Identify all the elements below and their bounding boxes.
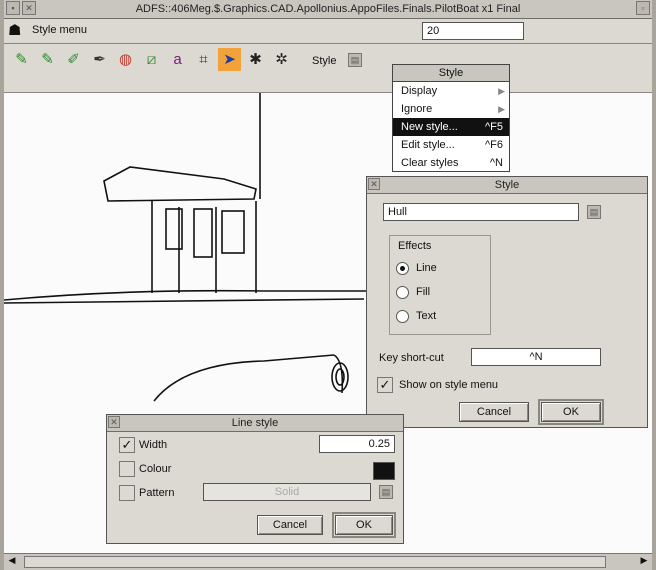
close-icon[interactable]: ✕: [108, 416, 120, 428]
width-checkbox[interactable]: ✓: [119, 437, 135, 453]
menu-item-label: Edit style...: [401, 139, 455, 151]
effect-label: Fill: [416, 286, 431, 298]
menu-item-shortcut: ^F6: [485, 139, 503, 151]
style-cancel-button[interactable]: Cancel: [459, 402, 529, 422]
style-ok-button[interactable]: OK: [538, 399, 604, 425]
line-style-title-bar[interactable]: ✕ Line style: [107, 415, 403, 432]
effects-label: Effects: [398, 240, 432, 252]
close-icon[interactable]: ✕: [22, 1, 36, 15]
toolbar: ✎ ✎ ✐ ✒ ◍ ⧄ a ⌗ ➤ ✱ ✲ Style ▤: [4, 44, 652, 93]
menu-item[interactable]: Edit style... ^F6: [393, 136, 509, 154]
menu-item-label: New style...: [401, 121, 458, 133]
mode-label: Style menu: [32, 24, 88, 36]
effect-label: Line: [416, 262, 437, 274]
bug-a-icon[interactable]: ✱: [244, 48, 267, 71]
effect-radio[interactable]: [396, 310, 409, 323]
back-icon[interactable]: ▪: [6, 1, 20, 15]
style-dropdown-icon[interactable]: ▤: [348, 53, 362, 67]
pattern-menu-icon[interactable]: ▤: [379, 485, 393, 499]
toggle-size-icon[interactable]: ▫: [636, 1, 650, 15]
scroll-left-icon[interactable]: ◀: [6, 555, 18, 567]
main-title-bar[interactable]: ▪ ✕ ADFS::406Meg.$.Graphics.CAD.Apolloni…: [4, 0, 652, 19]
submenu-arrow-icon: ▶: [498, 104, 505, 114]
line-cancel-button[interactable]: Cancel: [257, 515, 323, 535]
width-input[interactable]: 0.25: [319, 435, 395, 453]
style-name-menu-icon[interactable]: ▤: [587, 205, 601, 219]
scroll-thumb[interactable]: [24, 556, 606, 568]
width-label: Width: [139, 439, 168, 451]
menu-item[interactable]: Ignore ▶: [393, 100, 509, 118]
style-dialog: ✕ Style Hull ▤ Effects Line Fill Text Key …: [366, 176, 648, 428]
effects-group: Effects Line Fill Text: [389, 235, 491, 335]
pattern-label: Pattern: [139, 487, 175, 499]
menu-item[interactable]: Clear styles ^N: [393, 154, 509, 172]
bug-b-icon[interactable]: ✲: [270, 48, 293, 71]
menu-item[interactable]: New style... ^F5: [393, 118, 509, 136]
colour-label: Colour: [139, 463, 172, 475]
shortcut-label: Key short-cut: [379, 352, 444, 364]
line-tool-icon[interactable]: ⧄: [140, 48, 163, 71]
text-tool-icon[interactable]: a: [166, 48, 189, 71]
menu-item[interactable]: Display ▶: [393, 82, 509, 100]
horizontal-scrollbar[interactable]: ◀ ▶: [4, 553, 652, 570]
pattern-checkbox[interactable]: [119, 485, 135, 501]
style-menu-title: Style: [393, 65, 509, 82]
effect-radio[interactable]: [396, 262, 409, 275]
menu-item-label: Clear styles: [401, 157, 459, 169]
menu-item-label: Ignore: [401, 103, 433, 115]
dimension-tool-icon[interactable]: ⌗: [192, 48, 215, 71]
window-title: ADFS::406Meg.$.Graphics.CAD.Apollonius.A…: [135, 3, 521, 15]
style-dialog-title: Style: [494, 179, 520, 191]
menu-item-shortcut: ^N: [489, 157, 503, 169]
value-input[interactable]: 20: [422, 22, 524, 40]
shortcut-input[interactable]: ^N: [471, 348, 601, 366]
info-bar: ☗ Style menu 20: [4, 19, 652, 44]
show-on-menu-checkbox[interactable]: ✓: [377, 377, 393, 393]
pen-style-icon[interactable]: ✒: [88, 48, 111, 71]
menu-item-label: Display: [401, 85, 438, 97]
line-style-title: Line style: [231, 417, 279, 429]
pencil-green-icon[interactable]: ✎: [10, 48, 33, 71]
scroll-right-icon[interactable]: ▶: [638, 555, 650, 567]
colour-swatch[interactable]: [373, 462, 395, 480]
select-arrow-icon[interactable]: ➤: [218, 48, 241, 71]
pencil-curve-icon[interactable]: ✐: [62, 48, 85, 71]
pencil-multi-icon[interactable]: ✎: [36, 48, 59, 71]
colour-checkbox[interactable]: [119, 461, 135, 477]
app-logo-icon: ☗: [8, 22, 22, 39]
show-on-menu-label: Show on style menu: [399, 379, 499, 391]
close-icon[interactable]: ✕: [368, 178, 380, 190]
line-ok-button[interactable]: OK: [332, 512, 396, 538]
style-name-input[interactable]: Hull: [383, 203, 579, 221]
line-style-dialog: ✕ Line style ✓ Width 0.25 Colour Pattern…: [106, 414, 404, 544]
menu-item-shortcut: ^F5: [485, 121, 503, 133]
circle-tool-icon[interactable]: ◍: [114, 48, 137, 71]
effect-radio[interactable]: [396, 286, 409, 299]
effect-label: Text: [416, 310, 437, 322]
style-menu: Style Display ▶ Ignore ▶ New style... ^F5 Edit…: [392, 64, 510, 172]
style-dialog-title-bar[interactable]: ✕ Style: [367, 177, 647, 194]
style-menu-items: Display ▶ Ignore ▶ New style... ^F5 Edit style…: [393, 82, 509, 172]
style-label: Style: [312, 55, 337, 67]
submenu-arrow-icon: ▶: [498, 86, 505, 96]
pattern-input[interactable]: Solid: [203, 483, 371, 501]
